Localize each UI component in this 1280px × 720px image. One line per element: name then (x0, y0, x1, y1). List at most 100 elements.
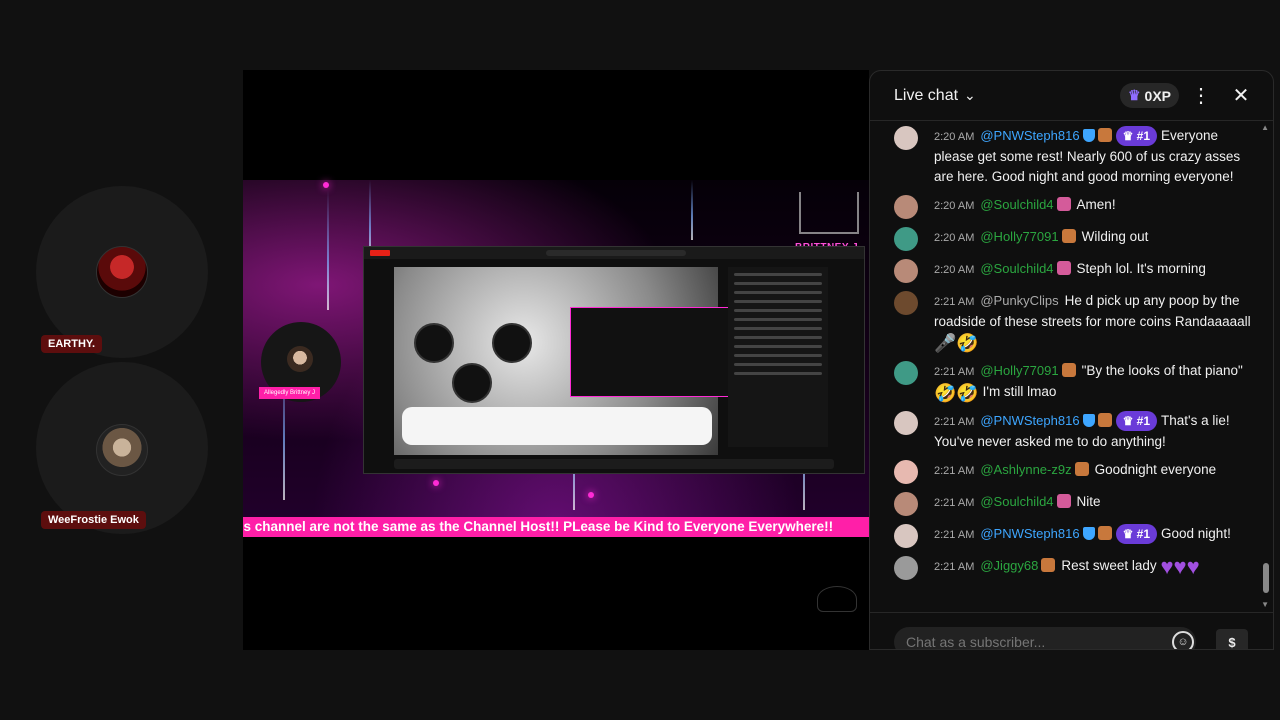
message-text: Wilding out (1081, 229, 1149, 244)
participant-name-weefrostie: WeeFrostie Ewok (41, 511, 146, 529)
scroll-up-icon[interactable]: ▲ (1261, 123, 1269, 132)
chat-header: Live chat ⌄ ♛ 0XP ⋮ ✕ (870, 71, 1273, 121)
member-badge-icon (1041, 558, 1056, 572)
chat-mode-dropdown[interactable]: Live chat ⌄ (894, 87, 976, 105)
xp-badge[interactable]: ♛ 0XP (1119, 83, 1179, 108)
message-author[interactable]: @PNWSteph816 (980, 526, 1079, 541)
message-author[interactable]: @Soulchild4 (980, 494, 1053, 509)
purple-heart-emoji-icon: ♥ (1186, 554, 1200, 579)
ticker-banner: st on this channel are not the same as t… (243, 517, 869, 537)
host-name-tag: Allegedly Brittney J (259, 387, 321, 399)
message-author[interactable]: @Holly77091 (980, 363, 1058, 378)
chat-message: 2:21 AM @Soulchild4 Nite (870, 488, 1262, 520)
purple-heart-emoji-icon: ♥ (1160, 554, 1174, 579)
avatar (894, 227, 918, 251)
ticker-text: st on this channel are not the same as t… (243, 519, 834, 534)
message-time: 2:20 AM (934, 264, 975, 276)
message-author[interactable]: @Ashlynne-z9z (980, 462, 1071, 477)
message-text: Amen! (1076, 197, 1116, 212)
more-vert-icon[interactable]: ⋮ (1183, 78, 1219, 114)
shared-chat (728, 267, 828, 447)
message-time: 2:21 AM (934, 465, 975, 477)
avatar-earthy (96, 246, 148, 298)
chat-input[interactable] (894, 627, 1196, 649)
avatar (894, 556, 918, 580)
message-time: 2:21 AM (934, 561, 975, 573)
laughing-emoji-icon: 🤣 (956, 383, 979, 403)
crown-logo-icon (799, 192, 859, 234)
vinyl-disc (492, 323, 532, 363)
message-text: I'm still lmao (982, 384, 1057, 399)
shared-comment-bubble (402, 407, 712, 445)
avatar-weefrostie (96, 424, 148, 476)
avatar (894, 195, 918, 219)
message-author[interactable]: @Soulchild4 (980, 197, 1053, 212)
chat-message: 2:21 AM @PunkyClips He d pick up any poop … (870, 287, 1262, 357)
message-time: 2:21 AM (934, 416, 975, 428)
rank-badge: ♛ #1 (1115, 411, 1158, 431)
rank-badge: ♛ #1 (1115, 126, 1158, 146)
shared-video (394, 267, 746, 455)
verified-badge-icon (1082, 129, 1095, 142)
chat-message: 2:20 AM @Soulchild4 Amen! (870, 191, 1262, 223)
chevron-down-icon: ⌄ (964, 87, 976, 103)
avatar (894, 361, 918, 385)
chat-message: 2:20 AM @PNWSteph816 ♛ #1 Everyone please g… (870, 122, 1262, 191)
member-badge-icon (1056, 494, 1071, 508)
crown-icon: ♛ (1122, 129, 1137, 143)
vinyl-disc (452, 363, 492, 403)
scroll-down-icon[interactable]: ▼ (1261, 600, 1269, 609)
laughing-emoji-icon: 🤣 (934, 383, 957, 403)
avatar (894, 259, 918, 283)
message-text: Good night! (1161, 526, 1231, 541)
light-dot (433, 480, 439, 486)
rank-badge: ♛ #1 (1115, 524, 1158, 544)
avatar (894, 524, 918, 548)
rank-value: #1 (1136, 129, 1151, 143)
member-badge-icon (1074, 462, 1089, 476)
message-author[interactable]: @Soulchild4 (980, 261, 1053, 276)
message-time: 2:21 AM (934, 529, 975, 541)
shared-pip-window (570, 307, 746, 397)
avatar (894, 126, 918, 150)
dollar-icon[interactable]: $ (1216, 629, 1248, 649)
message-author[interactable]: @PNWSteph816 (980, 128, 1079, 143)
video-stage[interactable]: BRITTNEY J Allegedly Brittney J st on th… (243, 70, 869, 650)
avatar (894, 460, 918, 484)
message-text: That's a lie! You've never asked me to d… (934, 413, 1230, 449)
message-time: 2:20 AM (934, 200, 975, 212)
scroll-thumb[interactable] (1263, 563, 1269, 593)
youtube-logo-icon (370, 250, 390, 256)
chat-message: 2:20 AM @Soulchild4 Steph lol. It's mornin… (870, 255, 1262, 287)
message-text: Nite (1076, 494, 1101, 509)
avatar (894, 291, 918, 315)
smiley-icon[interactable]: ☺ (1172, 631, 1194, 649)
microphone-emoji-icon: 🎤 (934, 333, 957, 353)
participant-name-earthy: EARTHY. (41, 335, 103, 353)
message-author[interactable]: @Jiggy68 (980, 558, 1038, 573)
light-streak (327, 190, 329, 310)
message-author[interactable]: @Holly77091 (980, 229, 1058, 244)
message-text: Goodnight everyone (1094, 462, 1217, 477)
crown-icon: ♛ (1122, 527, 1137, 541)
crown-icon: ♛ (1127, 87, 1141, 103)
laughing-emoji-icon: 🤣 (956, 333, 979, 353)
chat-message: 2:21 AM @PNWSteph816 ♛ #1 That's a lie! You… (870, 407, 1262, 456)
chat-message: 2:21 AM @Ashlynne-z9z Goodnight everyone (870, 456, 1262, 488)
chat-messages[interactable]: 2:20 AM @PNWSteph816 ♛ #1 Everyone please g… (870, 122, 1262, 612)
chat-title: Live chat (894, 86, 959, 104)
xp-value: 0XP (1144, 87, 1171, 104)
close-icon[interactable]: ✕ (1223, 78, 1259, 114)
message-author[interactable]: @PNWSteph816 (980, 413, 1079, 428)
message-text: Rest sweet lady (1061, 558, 1157, 573)
message-time: 2:21 AM (934, 296, 975, 308)
member-badge-icon (1097, 413, 1112, 427)
message-time: 2:21 AM (934, 366, 975, 378)
message-time: 2:21 AM (934, 497, 975, 509)
shared-screen (363, 246, 865, 474)
message-time: 2:20 AM (934, 232, 975, 244)
chat-scrollbar[interactable]: ▲ ▼ (1261, 123, 1269, 609)
message-author[interactable]: @PunkyClips (980, 293, 1058, 308)
message-text: Steph lol. It's morning (1076, 261, 1206, 276)
member-badge-icon (1056, 261, 1071, 275)
